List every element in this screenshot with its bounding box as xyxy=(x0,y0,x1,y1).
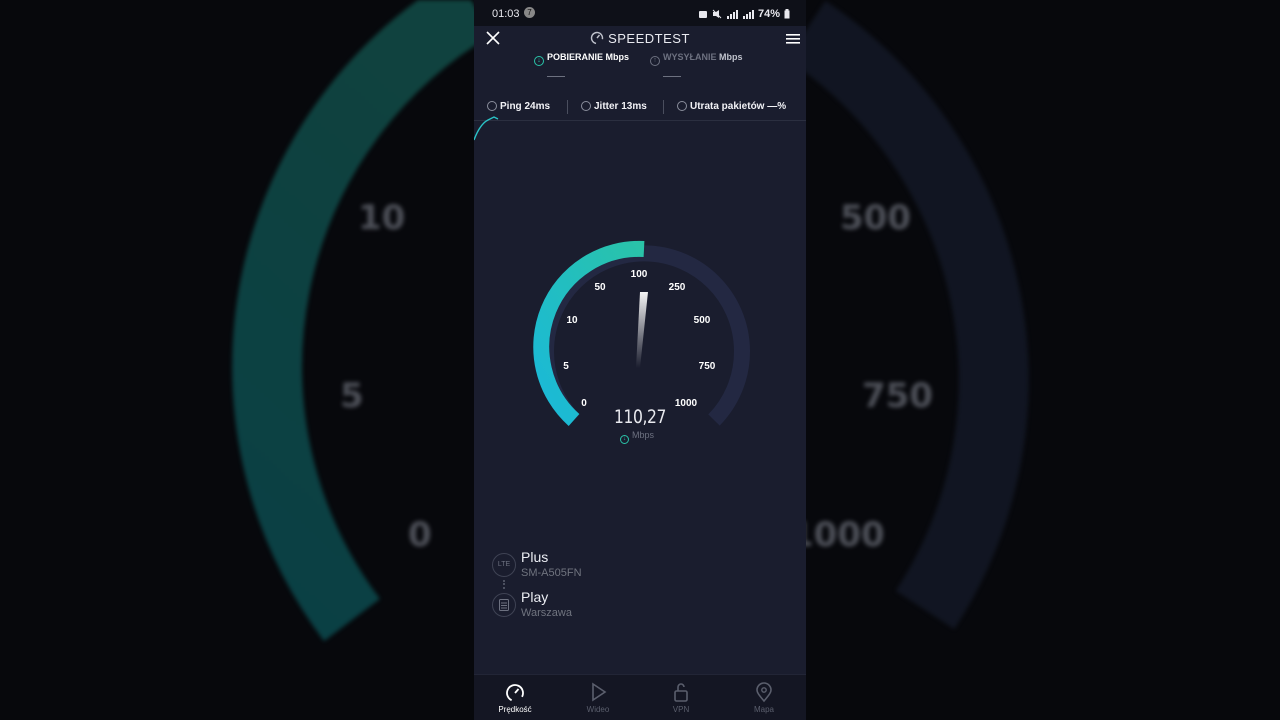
gauge-scale-label-100: 100 xyxy=(631,269,648,280)
battery-percent: 74% xyxy=(757,8,780,20)
notification-badge: 7 xyxy=(524,7,535,18)
nav-vpn-label: VPN xyxy=(672,705,690,714)
gauge-scale-label-5: 5 xyxy=(563,361,569,372)
mute-icon xyxy=(712,9,722,19)
background-scale-0: 0 xyxy=(408,515,432,555)
lte-icon: LTE xyxy=(492,553,516,577)
nav-video-label: Wideo xyxy=(586,705,610,714)
signal-icon-2 xyxy=(742,10,754,19)
background-scale-500: 500 xyxy=(840,198,911,238)
server-location: Warszawa xyxy=(521,607,572,619)
packet-loss-metric: Utrata pakietów —% xyxy=(677,101,786,112)
nav-map-label: Mapa xyxy=(753,705,774,714)
speed-unit-text: Mbps xyxy=(632,430,655,440)
nav-map[interactable]: Mapa xyxy=(734,681,794,714)
packet-loss-label: Utrata pakietów xyxy=(690,101,765,112)
signal-icon xyxy=(726,10,738,19)
alarm-icon xyxy=(698,11,707,18)
jitter-icon xyxy=(581,101,591,111)
status-time: 01:03 xyxy=(492,8,520,20)
nav-video[interactable]: Wideo xyxy=(568,681,628,714)
download-value-placeholder xyxy=(547,76,565,77)
metric-divider xyxy=(663,100,664,114)
background-scale-5: 5 xyxy=(340,376,364,416)
jitter-value: 13ms xyxy=(621,101,647,112)
download-unit: Mbps xyxy=(605,52,630,62)
packet-loss-value: —% xyxy=(767,101,787,112)
ping-value: 24ms xyxy=(524,101,551,112)
download-label: ↓ POBIERANIE Mbps xyxy=(534,52,629,66)
battery-icon xyxy=(784,9,790,19)
gauge-scale-label-750: 750 xyxy=(699,361,716,372)
phone-screen: 01:03 7 74% SPEEDTEST ↓ POBIERANIE Mbps … xyxy=(474,0,806,720)
metrics-divider xyxy=(474,120,806,121)
bottom-navigation: Prędkość Wideo VPN Mapa xyxy=(474,674,806,720)
packet-loss-icon xyxy=(677,101,687,111)
app-header: SPEEDTEST xyxy=(474,26,806,50)
upload-arrow-icon: ↑ xyxy=(650,56,660,66)
app-title: SPEEDTEST xyxy=(474,31,806,46)
jitter-label: Jitter xyxy=(594,101,619,112)
nav-vpn[interactable]: VPN xyxy=(651,681,711,714)
speed-gauge-icon xyxy=(506,684,524,702)
speedtest-logo-icon xyxy=(590,31,604,45)
speed-reading: 110,27 xyxy=(613,406,667,428)
status-icons: 74% xyxy=(698,8,790,20)
device-model: SM-A505FN xyxy=(521,567,582,579)
gauge-scale-label-50: 50 xyxy=(594,282,606,293)
menu-button[interactable] xyxy=(786,32,800,50)
gauge-scale-label-250: 250 xyxy=(669,282,686,293)
play-icon xyxy=(592,682,607,702)
speed-graph-line xyxy=(474,116,499,141)
nav-speed[interactable]: Prędkość xyxy=(485,681,545,714)
hamburger-menu-icon xyxy=(786,34,800,44)
metric-divider xyxy=(567,100,568,114)
background-arc-left xyxy=(232,0,492,642)
gauge-scale-label-10: 10 xyxy=(566,315,578,326)
screen: 10 5 0 500 750 1000 01:03 7 74% SPEEDTES… xyxy=(0,0,1280,720)
server-name: Play xyxy=(521,589,549,605)
background-scale-10: 10 xyxy=(358,198,406,238)
upload-value-placeholder xyxy=(663,76,681,77)
gauge-scale-label-500: 500 xyxy=(694,315,711,326)
download-arrow-icon: ↓ xyxy=(620,435,629,444)
provider-name: Plus xyxy=(521,549,549,565)
ping-label: Ping xyxy=(500,101,522,112)
server-rack-icon xyxy=(499,599,509,611)
connection-dots xyxy=(503,580,505,589)
download-arrow-icon: ↓ xyxy=(534,56,544,66)
status-bar: 01:03 7 74% xyxy=(474,0,806,26)
nav-speed-label: Prędkość xyxy=(498,705,532,714)
ping-metric: Ping 24ms xyxy=(487,101,550,112)
jitter-metric: Jitter 13ms xyxy=(581,101,647,112)
background-scale-750: 750 xyxy=(862,376,933,416)
upload-unit: Mbps xyxy=(719,52,743,62)
app-title-text: SPEEDTEST xyxy=(608,31,690,46)
ping-icon xyxy=(487,101,497,111)
upload-label: ↑ WYSYŁANIE Mbps xyxy=(650,52,743,66)
download-text: POBIERANIE xyxy=(547,52,604,62)
gauge-needle xyxy=(636,292,648,368)
speed-unit: ↓ Mbps xyxy=(620,430,654,444)
latency-metrics: Ping 24ms Jitter 13ms Utrata pakietów —% xyxy=(474,100,806,116)
upload-text: WYSYŁANIE xyxy=(663,52,717,62)
lock-icon xyxy=(674,683,688,702)
map-pin-icon xyxy=(756,682,772,703)
server-icon xyxy=(492,593,516,617)
